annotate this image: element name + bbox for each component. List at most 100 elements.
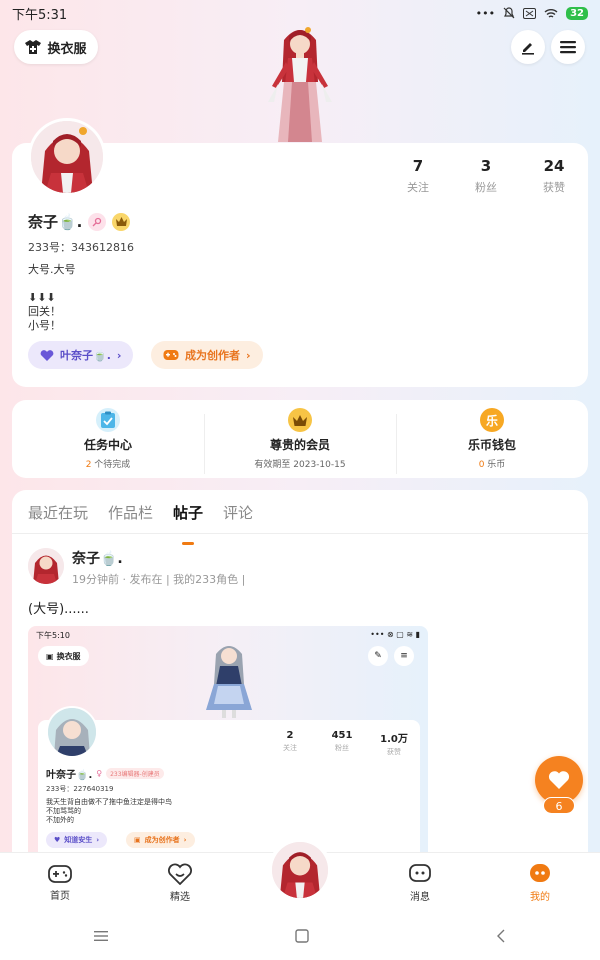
stat-following[interactable]: 7 关注 (384, 157, 452, 195)
chevron-right-icon: › (116, 348, 122, 362)
purple-heart-icon (40, 350, 54, 361)
pi-bio-line: 不加骂骂的 (46, 807, 81, 815)
pi-gender-icon: ♀ (96, 769, 103, 778)
pi-tag: 233编辑器-创建员 (106, 768, 164, 779)
profile-tabs: 最近在玩 作品栏 帖子 评论 (12, 490, 588, 545)
chevron-right-icon: › (246, 348, 251, 362)
coin-wallet[interactable]: 乐 乐币钱包 0 乐币 (396, 408, 588, 474)
stat-followers[interactable]: 3 粉丝 (452, 157, 520, 195)
nav-label: 首页 (50, 890, 70, 902)
quick-sub: 0 乐币 (479, 457, 506, 470)
become-creator-pill[interactable]: 成为创作者 › (151, 341, 263, 369)
task-count: 2 (85, 460, 92, 470)
task-center[interactable]: 任务中心 2 个待完成 (12, 408, 204, 470)
shirt-icon (25, 40, 42, 54)
status-icons: ••• 32 (475, 6, 588, 20)
pi-profile-avatar (46, 706, 98, 758)
vip-membership[interactable]: 尊贵的会员 有效期至 2023-10-15 (204, 408, 396, 474)
wardrobe-button[interactable]: 换衣服 (14, 30, 98, 64)
home-square-icon[interactable] (295, 929, 309, 943)
sim-icon (523, 7, 537, 19)
friend-pill[interactable]: 叶奈子🍵. › (28, 341, 134, 369)
pi-name: 叶奈子🍵. (46, 770, 93, 781)
message-icon (409, 863, 431, 882)
pi-stat-value: 2 (286, 730, 294, 741)
quick-actions-card: 任务中心 2 个待完成 尊贵的会员 有效期至 2023-10-15 乐 乐币钱包… (12, 400, 588, 478)
status-time: 下午5:31 (12, 7, 68, 23)
menu-button[interactable] (551, 30, 585, 64)
profile-stats: 7 关注 3 粉丝 24 获赞 (384, 157, 588, 195)
wardrobe-label: 换衣服 (47, 41, 87, 57)
profile-avatar[interactable] (28, 118, 106, 196)
stat-label: 获赞 (543, 181, 565, 194)
quick-title: 乐币钱包 (467, 438, 516, 452)
heart-chat-icon (168, 863, 192, 885)
name-row: 奈子🍵. (28, 211, 131, 232)
stat-label: 粉丝 (475, 181, 497, 194)
pi-bio-line: 我天生背自由做不了拖中鱼注定是得中鸟 (46, 798, 172, 806)
pi-time: 下午5:10 (36, 631, 70, 640)
quick-title: 尊贵的会员 (269, 438, 330, 452)
coin-count: 0 (478, 460, 485, 470)
pi-chevron-icon: › (96, 836, 100, 844)
stat-value: 7 (412, 157, 424, 175)
edit-button[interactable] (511, 30, 545, 64)
me-icon (530, 863, 550, 882)
bio-line (28, 277, 76, 291)
pi-stat-label: 关注 (283, 744, 297, 752)
tab-posts[interactable]: 帖子 (173, 502, 203, 545)
post-author[interactable]: 奈子🍵. (72, 548, 245, 568)
nav-featured[interactable]: 精选 (120, 853, 240, 912)
pi-menu-icon: ≡ (394, 646, 414, 666)
stat-value: 3 (480, 157, 492, 175)
pi-stat: 2 关注 (264, 730, 316, 757)
pi-stat-value: 451 (331, 730, 353, 741)
pi-pencil-icon: ✎ (368, 646, 388, 666)
nav-label: 我的 (530, 891, 550, 903)
post-image[interactable]: 下午5:10 ••• ⊗ ▢ ≋ ▮ ▣ 换衣服 ✎ ≡ 2 关注 451 粉丝… (28, 626, 428, 870)
pi-stat-label: 粉丝 (335, 744, 349, 752)
avatar-character[interactable] (262, 22, 338, 144)
quick-sub: 有效期至 2023-10-15 (254, 460, 346, 470)
stat-likes[interactable]: 24 获赞 (520, 157, 588, 195)
task-icon (96, 408, 120, 432)
tab-works[interactable]: 作品栏 (108, 502, 153, 533)
bio-line: 小号！ (28, 319, 61, 332)
nav-messages[interactable]: 消息 (360, 853, 480, 912)
more-dots-icon: ••• (475, 6, 496, 20)
pi-wardrobe-button: ▣ 换衣服 (38, 646, 89, 666)
task-sub-label: 个待完成 (94, 460, 131, 470)
avatar (272, 842, 328, 898)
stat-value: 24 (543, 157, 565, 175)
bio-line: ⬇⬇⬇ (28, 291, 56, 304)
pi-friend-pill: ♥ 知道安生 › (46, 832, 108, 848)
pi-stat-label: 获赞 (387, 748, 401, 756)
post-avatar[interactable] (28, 548, 64, 584)
nav-me[interactable]: 我的 (480, 853, 600, 912)
pi-stat: 451 粉丝 (316, 730, 368, 757)
nav-home[interactable]: 首页 (0, 853, 120, 912)
hamburger-icon (560, 41, 576, 54)
pencil-icon (522, 43, 534, 55)
post-header: 奈子🍵. 19分钟前 · 发布在 | 我的233角色 | (28, 548, 245, 587)
quick-sub: 2 个待完成 (86, 457, 131, 470)
bio-line: 大号.大号 (28, 263, 76, 276)
pi-pill-label: 成为创作者 (144, 836, 180, 844)
gamepad-icon (48, 864, 72, 883)
battery-indicator: 32 (566, 6, 588, 20)
stat-label: 关注 (407, 181, 429, 194)
nav-label: 精选 (170, 891, 190, 903)
pi-bio: 我天生背自由做不了拖中鱼注定是得中鸟 不加骂骂的 不加外的 (46, 798, 172, 825)
post-text[interactable]: (大号)...... (28, 598, 89, 617)
tab-comments[interactable]: 评论 (223, 502, 253, 533)
pi-wardrobe-label: 换衣服 (56, 651, 81, 661)
recent-apps-icon[interactable] (93, 930, 108, 942)
heart-icon (548, 771, 570, 789)
post-meta: 19分钟前 · 发布在 | 我的233角色 | (72, 573, 246, 586)
back-icon[interactable] (496, 929, 506, 943)
pi-stats: 2 关注 451 粉丝 1.0万 获赞 (264, 730, 420, 757)
nav-center-avatar[interactable] (268, 838, 332, 902)
coin-icon: 乐 (480, 408, 504, 432)
friend-pill-label: 叶奈子🍵. (60, 349, 111, 362)
tab-recent-played[interactable]: 最近在玩 (28, 502, 88, 533)
